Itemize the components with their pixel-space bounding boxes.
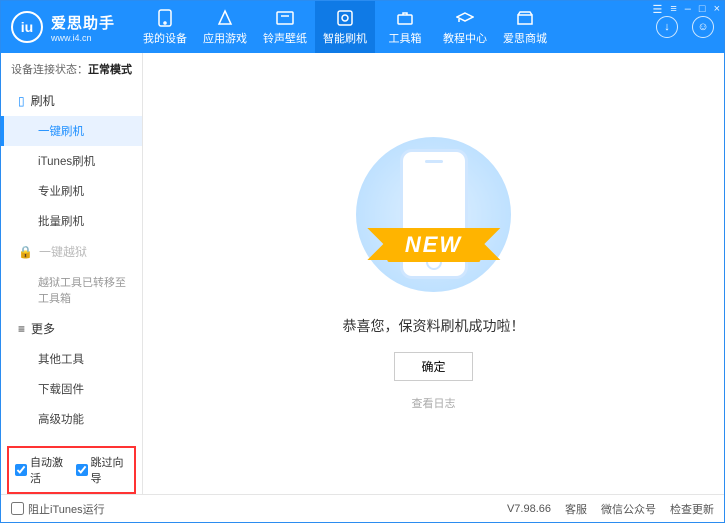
window-close-button[interactable]: × (714, 3, 720, 16)
sidebar-section-jailbreak: 🔒 一键越狱 (1, 236, 142, 267)
brand-name: 爱思助手 (51, 12, 115, 33)
success-message: 恭喜您，保资料刷机成功啦！ (343, 316, 525, 336)
checkbox-auto-activate[interactable]: 自动激活 (15, 454, 68, 486)
phone-icon (156, 9, 174, 27)
refresh-icon (336, 9, 354, 27)
sidebar-item-label: iTunes刷机 (38, 153, 95, 169)
top-tab-bar: 我的设备 应用游戏 铃声壁纸 智能刷机 工具箱 教程中心 (135, 1, 555, 53)
toolbox-icon (396, 9, 414, 27)
checkbox-label: 自动激活 (30, 454, 68, 486)
view-log-link[interactable]: 查看日志 (412, 395, 456, 411)
main-area: 设备连接状态：正常模式 ▯ 刷机 一键刷机 iTunes刷机 专业刷机 批量刷机… (1, 53, 724, 494)
sidebar-item-oneclick-flash[interactable]: 一键刷机 (1, 116, 142, 146)
sidebar-item-label: 专业刷机 (38, 183, 84, 199)
checkbox-input[interactable] (11, 502, 24, 515)
tab-label: 应用游戏 (203, 30, 247, 46)
user-button[interactable]: ☺ (692, 16, 714, 38)
success-illustration: NEW (334, 137, 534, 292)
tab-label: 教程中心 (443, 30, 487, 46)
content-pane: NEW 恭喜您，保资料刷机成功啦！ 确定 查看日志 (143, 53, 724, 494)
window-minimize-button[interactable]: – (685, 3, 691, 16)
download-button[interactable]: ↓ (656, 16, 678, 38)
jailbreak-note: 越狱工具已转移至 工具箱 (1, 267, 142, 313)
tab-store[interactable]: 爱思商城 (495, 1, 555, 53)
sidebar-section-more[interactable]: ≡ 更多 (1, 313, 142, 344)
sidebar-item-advanced[interactable]: 高级功能 (1, 404, 142, 434)
tab-label: 工具箱 (389, 30, 422, 46)
wallpaper-icon (276, 9, 294, 27)
sidebar-item-other-tools[interactable]: 其他工具 (1, 344, 142, 374)
device-status-line: 设备连接状态：正常模式 (1, 53, 142, 85)
tab-apps[interactable]: 应用游戏 (195, 1, 255, 53)
tab-label: 智能刷机 (323, 30, 367, 46)
store-icon (516, 9, 534, 27)
sidebar-item-label: 高级功能 (38, 411, 84, 427)
window-settings-icon[interactable]: ≡ (670, 3, 676, 16)
new-ribbon: NEW (387, 228, 480, 262)
sidebar-item-batch-flash[interactable]: 批量刷机 (1, 206, 142, 236)
sidebar-options-highlighted: 自动激活 跳过向导 (7, 446, 136, 494)
checkbox-skip-guide[interactable]: 跳过向导 (76, 454, 129, 486)
section-title: 一键越狱 (39, 243, 87, 260)
brand-url: www.i4.cn (51, 33, 115, 43)
tab-toolbox[interactable]: 工具箱 (375, 1, 435, 53)
status-label: 设备连接状态： (11, 64, 88, 76)
version-label: V7.98.66 (507, 503, 551, 515)
logo-icon: iu (11, 11, 43, 43)
sidebar-item-download-firmware[interactable]: 下载固件 (1, 374, 142, 404)
status-value: 正常模式 (88, 64, 132, 76)
window-menu-icon[interactable]: ☰ (652, 3, 662, 16)
checkbox-input[interactable] (76, 464, 88, 476)
check-update-link[interactable]: 检查更新 (670, 501, 714, 517)
tab-devices[interactable]: 我的设备 (135, 1, 195, 53)
tab-tutorial[interactable]: 教程中心 (435, 1, 495, 53)
statusbar: 阻止iTunes运行 V7.98.66 客服 微信公众号 检查更新 (1, 494, 724, 522)
titlebar: iu 爱思助手 www.i4.cn 我的设备 应用游戏 铃声壁纸 智能刷机 (1, 1, 724, 53)
tab-ringwall[interactable]: 铃声壁纸 (255, 1, 315, 53)
sidebar-item-itunes-flash[interactable]: iTunes刷机 (1, 146, 142, 176)
window-maximize-button[interactable]: □ (699, 3, 706, 16)
tab-label: 爱思商城 (503, 30, 547, 46)
phone-outline-icon: ▯ (18, 94, 25, 108)
window-control-bar: ☰ ≡ – □ × (652, 3, 720, 16)
sidebar-item-label: 一键刷机 (38, 123, 84, 139)
brand-block: 爱思助手 www.i4.cn (51, 12, 115, 43)
sidebar-item-label: 下载固件 (38, 381, 84, 397)
list-icon: ≡ (18, 322, 25, 336)
sidebar: 设备连接状态：正常模式 ▯ 刷机 一键刷机 iTunes刷机 专业刷机 批量刷机… (1, 53, 143, 494)
wechat-link[interactable]: 微信公众号 (601, 501, 656, 517)
customer-service-link[interactable]: 客服 (565, 501, 587, 517)
checkbox-label: 跳过向导 (91, 454, 129, 486)
graduation-icon (456, 9, 474, 27)
checkbox-block-itunes[interactable]: 阻止iTunes运行 (11, 501, 105, 517)
tab-label: 铃声壁纸 (263, 30, 307, 46)
tab-flash[interactable]: 智能刷机 (315, 1, 375, 53)
sidebar-item-label: 批量刷机 (38, 213, 84, 229)
app-window: ☰ ≡ – □ × iu 爱思助手 www.i4.cn 我的设备 应用游戏 铃声… (0, 0, 725, 523)
titlebar-right: ↓ ☺ (656, 16, 714, 38)
ok-button[interactable]: 确定 (394, 352, 472, 381)
tab-label: 我的设备 (143, 30, 187, 46)
lock-icon: 🔒 (18, 245, 33, 259)
apps-icon (216, 9, 234, 27)
section-title: 更多 (31, 320, 55, 337)
sidebar-item-label: 其他工具 (38, 351, 84, 367)
sidebar-item-pro-flash[interactable]: 专业刷机 (1, 176, 142, 206)
section-title: 刷机 (31, 92, 55, 109)
sidebar-section-flash[interactable]: ▯ 刷机 (1, 85, 142, 116)
checkbox-label: 阻止iTunes运行 (28, 501, 105, 517)
checkbox-input[interactable] (15, 464, 27, 476)
